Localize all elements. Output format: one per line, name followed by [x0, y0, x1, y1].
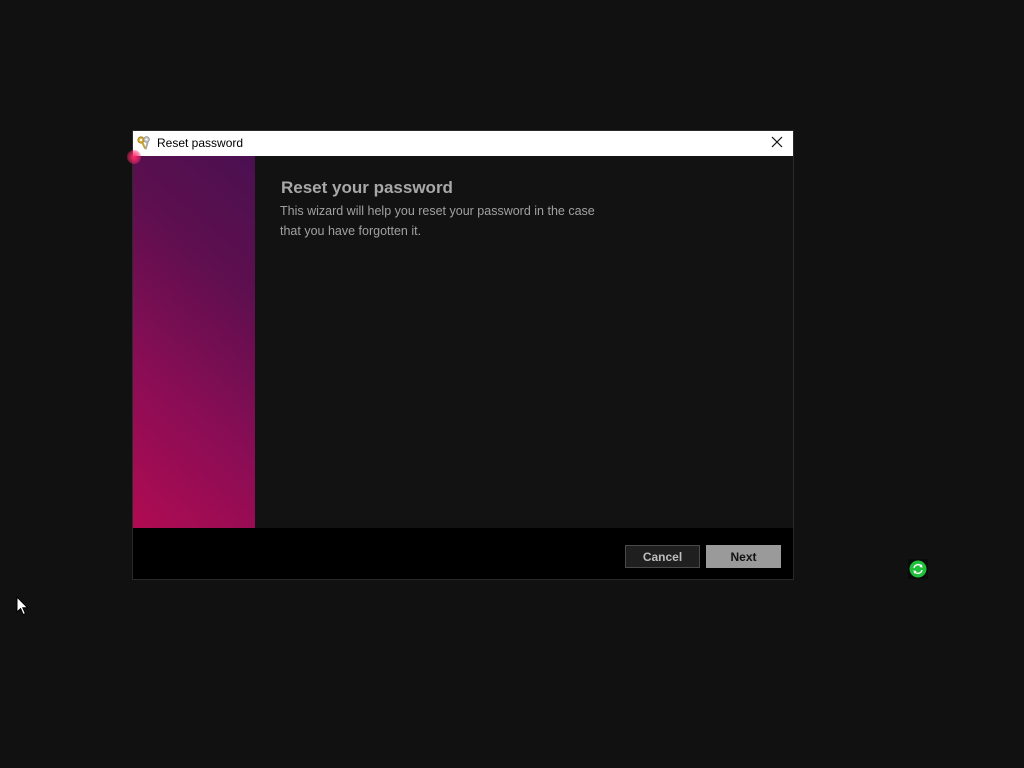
keys-icon	[136, 135, 152, 151]
wizard-heading: Reset your password	[281, 178, 453, 197]
sync-icon	[909, 560, 927, 578]
title-bar: Reset password	[133, 131, 793, 156]
wizard-footer: Cancel Next	[133, 528, 793, 579]
sync-tray-icon[interactable]	[908, 559, 928, 579]
wizard-side-banner	[127, 150, 255, 528]
desktop: Reset password Reset your password This …	[0, 0, 1024, 768]
cancel-button[interactable]: Cancel	[625, 545, 700, 568]
wizard-description: This wizard will help you reset your pas…	[280, 201, 620, 241]
close-button[interactable]	[761, 131, 793, 156]
banner-glow	[127, 150, 141, 164]
description-line-2: that you have forgotten it.	[280, 224, 422, 238]
dialog-title: Reset password	[157, 136, 244, 150]
description-line-1: This wizard will help you reset your pas…	[280, 204, 595, 218]
next-button[interactable]: Next	[706, 545, 781, 568]
reset-password-dialog: Reset password Reset your password This …	[127, 131, 793, 579]
close-icon	[771, 135, 783, 153]
mouse-pointer-icon	[16, 595, 30, 616]
